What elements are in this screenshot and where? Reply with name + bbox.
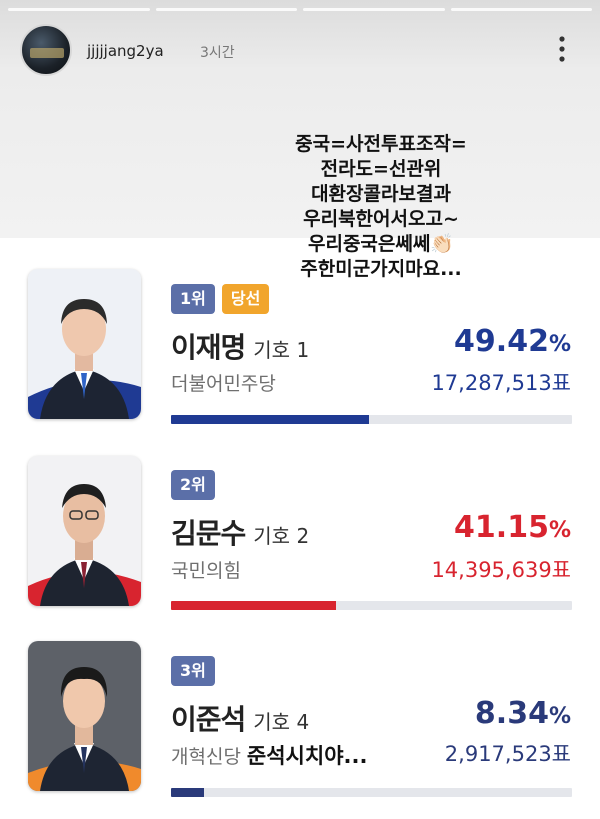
party-name-text: 개혁신당 [171, 746, 241, 768]
ballot-number: 기호 1 [253, 338, 310, 362]
rank-badge: 1위 [171, 284, 215, 314]
ballot-number: 기호 2 [253, 524, 310, 548]
vote-count: 2,917,523표 [444, 742, 571, 766]
vote-bar-fill [171, 415, 370, 424]
vote-count: 14,395,639표 [431, 558, 571, 582]
rank-badge: 2위 [171, 470, 215, 500]
vote-bar-fill [171, 788, 205, 797]
vote-bar-fill [171, 601, 336, 610]
party-name: 개혁신당 준석시치야... [171, 740, 367, 770]
percent-value: 41.15 [454, 510, 549, 545]
story-top-area: jjjjjang2ya 3시간 중국=사전투표조작= 전라도=선관위 대환장콜라… [0, 0, 600, 280]
more-options-icon[interactable] [556, 34, 568, 64]
vote-bar [171, 415, 572, 424]
vote-percent: 49.42% [454, 324, 571, 359]
party-name: 더불어민주당 [171, 373, 276, 395]
overlay-line: 대환장콜라보결과 [311, 183, 451, 205]
overlay-line: 전라도=선관위 [320, 158, 442, 180]
overlay-line: 우리북한어서오고~ [303, 208, 459, 230]
candidate-photo [28, 269, 141, 419]
candidate-name: 이준석 기호 4 [171, 698, 309, 738]
rank-badge: 3위 [171, 656, 215, 686]
candidate-card-2: 2위 김문수 기호 2 국민의힘 41.15% 14,395,639표 [0, 426, 600, 610]
vote-bar [171, 601, 572, 610]
overlay-comment: 준석시치야... [246, 744, 368, 768]
elected-badge: 당선 [221, 284, 270, 314]
candidate-photo [28, 456, 141, 606]
post-time: 3시간 [200, 45, 235, 61]
party-name: 국민의힘 [171, 560, 241, 582]
vote-count: 17,287,513표 [431, 371, 571, 395]
candidate-photo [28, 641, 141, 791]
percent-value: 8.34 [474, 696, 549, 731]
story-progress-bar [8, 8, 592, 11]
overlay-line: 중국=사전투표조작= [295, 133, 467, 155]
candidate-portrait-icon [28, 269, 141, 419]
progress-segment [8, 8, 150, 11]
candidate-name-text: 이재명 [171, 331, 246, 364]
progress-segment [155, 8, 297, 11]
progress-segment [303, 8, 445, 11]
vote-percent: 8.34% [475, 696, 571, 731]
percent-unit: % [548, 332, 571, 357]
candidate-portrait-icon [28, 641, 141, 791]
candidate-card-1: 1위 당선 이재명 기호 1 더불어민주당 49.42% 17,287,513표 [0, 240, 600, 424]
badge-row: 1위 당선 [171, 284, 270, 314]
vote-bar [171, 788, 572, 797]
percent-unit: % [548, 704, 571, 729]
badge-row: 2위 [171, 470, 215, 500]
candidate-card-3: 3위 이준석 기호 4 개혁신당 준석시치야... 8.34% 2,917,523표 [0, 612, 600, 797]
vote-percent: 41.15% [454, 510, 571, 545]
candidate-name-text: 이준석 [171, 703, 246, 736]
percent-value: 49.42 [454, 324, 549, 359]
badge-row: 3위 [171, 656, 215, 686]
progress-segment [450, 8, 592, 11]
ballot-number: 기호 4 [253, 710, 310, 734]
candidate-name-text: 김문수 [171, 517, 246, 550]
percent-unit: % [548, 518, 571, 543]
candidate-name: 김문수 기호 2 [171, 512, 309, 552]
candidate-name: 이재명 기호 1 [171, 326, 309, 366]
candidate-portrait-icon [28, 456, 141, 606]
avatar[interactable] [20, 24, 72, 76]
username[interactable]: jjjjjang2ya [87, 42, 164, 60]
